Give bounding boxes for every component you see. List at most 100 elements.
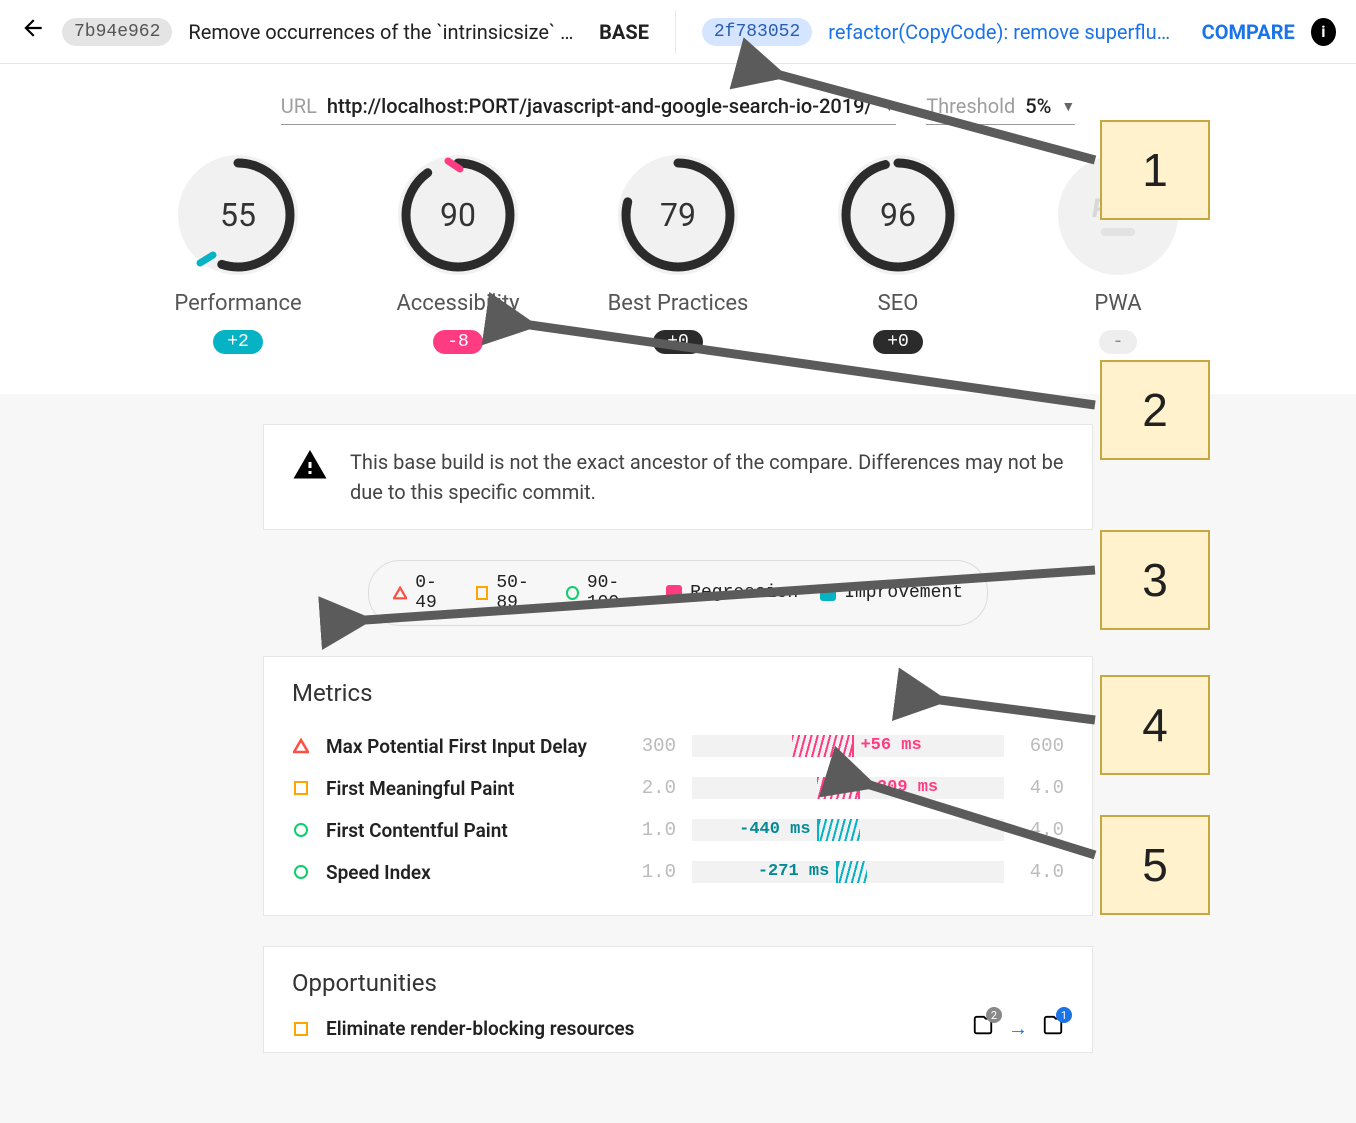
metric-delta: +209 ms xyxy=(867,778,938,797)
legend-pass: 90-100 xyxy=(566,573,644,613)
chevron-down-icon: ▼ xyxy=(882,98,896,115)
regression-swatch-icon xyxy=(666,585,682,601)
diff-badge: +0 xyxy=(873,330,923,354)
square-icon xyxy=(294,781,308,795)
metric-delta: -440 ms xyxy=(739,820,810,839)
gauge-label: Accessibility xyxy=(396,291,519,316)
back-arrow-icon[interactable] xyxy=(20,15,46,48)
legend-pass-range: 90-100 xyxy=(587,573,644,613)
metric-row[interactable]: First Contentful Paint 1.0 -440 ms 4.0 xyxy=(292,809,1064,851)
url-selector[interactable]: URL http://localhost:PORT/javascript-and… xyxy=(281,94,896,125)
opportunity-row[interactable]: Eliminate render-blocking resources 2 → 1 xyxy=(292,1015,1064,1042)
warning-icon xyxy=(292,447,328,483)
metric-bar: +56 ms xyxy=(692,735,1004,757)
metric-min: 2.0 xyxy=(632,777,676,799)
gauge-best-practices[interactable]: 79 Best Practices +0 xyxy=(598,155,758,354)
metric-min: 1.0 xyxy=(632,819,676,841)
annotation-2: 2 xyxy=(1100,360,1210,460)
threshold-selector[interactable]: Threshold 5% ▼ xyxy=(926,94,1075,125)
metric-row[interactable]: Max Potential First Input Delay 300 +56 ms… xyxy=(292,725,1064,767)
diff-badge: - xyxy=(1099,330,1138,354)
metric-name: First Contentful Paint xyxy=(326,819,616,842)
metric-max: 4.0 xyxy=(1020,777,1064,799)
metrics-title: Metrics xyxy=(292,679,1064,707)
metric-name: Max Potential First Input Delay xyxy=(326,735,616,758)
metrics-card: Metrics Max Potential First Input Delay 3… xyxy=(263,656,1093,916)
base-commit-message: Remove occurrences of the `intrinsicsize… xyxy=(188,20,577,44)
gauge-score: 96 xyxy=(838,155,958,275)
gauge-score: 55 xyxy=(178,155,298,275)
metric-name: First Meaningful Paint xyxy=(326,777,616,800)
metric-bar: -440 ms xyxy=(692,819,1004,841)
metric-bar: +209 ms xyxy=(692,777,1004,799)
metric-min: 1.0 xyxy=(632,861,676,883)
legend-average: 50-89 xyxy=(476,573,544,613)
arrow-right-icon: → xyxy=(1008,1016,1028,1041)
base-report-icon[interactable]: 2 xyxy=(972,1015,994,1042)
warning-text: This base build is not the exact ancesto… xyxy=(350,447,1064,507)
compare-commit-hash[interactable]: 2f783052 xyxy=(702,18,812,46)
compare-report-icon[interactable]: 1 xyxy=(1042,1015,1064,1042)
legend-fail-range: 0-49 xyxy=(415,573,453,613)
metric-name: Speed Index xyxy=(326,861,616,884)
topbar: 7b94e962 Remove occurrences of the `intr… xyxy=(0,0,1356,64)
metric-min: 300 xyxy=(632,735,676,757)
metric-max: 600 xyxy=(1020,735,1064,757)
gauge-accessibility[interactable]: 90 Accessibility -8 xyxy=(378,155,538,354)
base-tag: BASE xyxy=(599,20,649,44)
metric-bar: -271 ms xyxy=(692,861,1004,883)
legend-fail: 0-49 xyxy=(393,573,454,613)
annotation-5: 5 xyxy=(1100,815,1210,915)
triangle-icon xyxy=(293,738,309,754)
chevron-down-icon: ▼ xyxy=(1061,98,1075,115)
gauge-label: Best Practices xyxy=(608,291,749,316)
legend-average-range: 50-89 xyxy=(496,573,544,613)
gauge-score: 90 xyxy=(398,155,518,275)
threshold-value: 5% xyxy=(1025,94,1051,118)
gauge-label: SEO xyxy=(878,291,919,316)
divider xyxy=(675,10,676,54)
metric-row[interactable]: Speed Index 1.0 -271 ms 4.0 xyxy=(292,851,1064,893)
improvement-swatch-icon xyxy=(820,585,836,601)
score-legend: 0-49 50-89 90-100 Regression Improvement xyxy=(368,560,988,626)
url-value: http://localhost:PORT/javascript-and-goo… xyxy=(327,94,872,118)
threshold-label: Threshold xyxy=(926,94,1015,118)
metric-row[interactable]: First Meaningful Paint 2.0 +209 ms 4.0 xyxy=(292,767,1064,809)
square-icon xyxy=(476,586,489,600)
triangle-icon xyxy=(393,585,407,601)
circle-icon xyxy=(294,823,308,837)
legend-improvement: Improvement xyxy=(820,583,963,603)
compare-commit-message[interactable]: refactor(CopyCode): remove superfluous a… xyxy=(828,20,1179,44)
metric-max: 4.0 xyxy=(1020,861,1064,883)
base-badge: 2 xyxy=(986,1007,1002,1023)
annotation-4: 4 xyxy=(1100,675,1210,775)
compare-badge: 1 xyxy=(1056,1007,1072,1023)
annotation-1: 1 xyxy=(1100,120,1210,220)
opportunities-card: Opportunities Eliminate render-blocking … xyxy=(263,946,1093,1053)
legend-regression-label: Regression xyxy=(690,583,798,603)
gauge-seo[interactable]: 96 SEO +0 xyxy=(818,155,978,354)
info-icon[interactable]: i xyxy=(1311,18,1336,46)
warning-card: This base build is not the exact ancesto… xyxy=(263,424,1093,530)
annotation-3: 3 xyxy=(1100,530,1210,630)
circle-icon xyxy=(566,586,579,600)
diff-badge: +2 xyxy=(213,330,263,354)
gauge-label: PWA xyxy=(1094,291,1141,316)
url-label: URL xyxy=(281,94,317,118)
diff-badge: +0 xyxy=(653,330,703,354)
legend-regression: Regression xyxy=(666,583,798,603)
gauge-label: Performance xyxy=(174,291,301,316)
diff-badge: -8 xyxy=(433,330,483,354)
gauge-performance[interactable]: 55 Performance +2 xyxy=(158,155,318,354)
compare-tag[interactable]: COMPARE xyxy=(1202,20,1295,44)
gauge-score: 79 xyxy=(618,155,738,275)
metric-delta: +56 ms xyxy=(860,736,921,755)
circle-icon xyxy=(294,865,308,879)
square-icon xyxy=(294,1022,308,1036)
opportunity-name: Eliminate render-blocking resources xyxy=(326,1017,634,1040)
opportunities-title: Opportunities xyxy=(292,969,1064,997)
metric-delta: -271 ms xyxy=(758,862,829,881)
legend-improvement-label: Improvement xyxy=(844,583,963,603)
base-commit-hash[interactable]: 7b94e962 xyxy=(62,18,172,46)
metric-max: 4.0 xyxy=(1020,819,1064,841)
